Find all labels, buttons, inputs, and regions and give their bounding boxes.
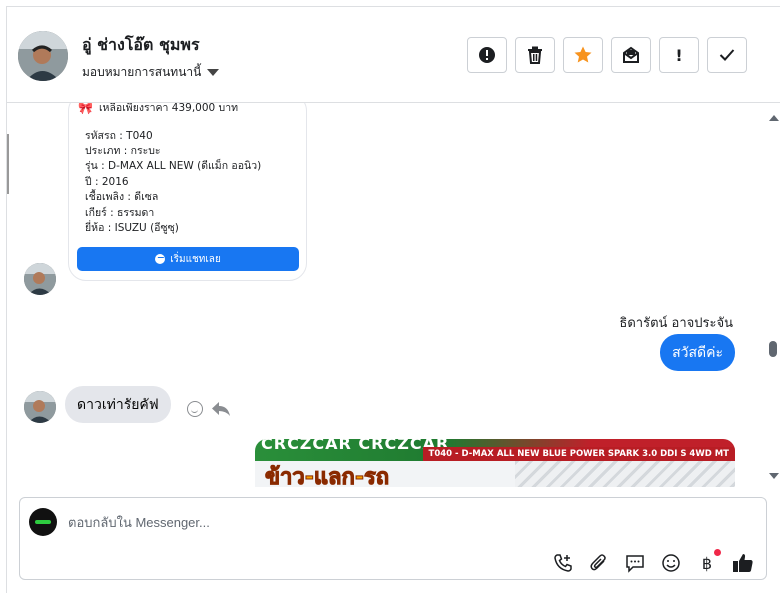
composer-tools: ฿: [552, 549, 754, 574]
sender-avatar[interactable]: [24, 263, 56, 295]
emoji-icon[interactable]: [660, 552, 682, 574]
reply-composer: ฿: [19, 497, 767, 580]
exclamation-icon: !: [675, 45, 683, 65]
promo-image[interactable]: CRCZCAR CRCZCAR T040 - D-MAX ALL NEW BLU…: [255, 439, 735, 487]
contact-avatar[interactable]: [18, 31, 68, 81]
mark-unread-button[interactable]: [611, 37, 651, 73]
sender-avatar[interactable]: [24, 391, 56, 423]
reply-icon[interactable]: [211, 401, 231, 417]
reply-input[interactable]: [68, 512, 528, 532]
product-card: 🎀 เหลือเพียงราคา 439,000 บาท รหัสรถ : T0…: [68, 103, 307, 281]
promo-header-text: CRCZCAR CRCZCAR: [261, 439, 450, 453]
assign-label: มอบหมายการสนทนานี้: [82, 65, 202, 79]
chevron-down-icon: [207, 69, 220, 76]
conversation-panel: อู่ ช่างโอ๊ต ชุมพร มอบหมายการสนทนานี้ ! …: [6, 6, 780, 593]
messenger-icon: [155, 254, 166, 264]
baht-symbol-icon: ฿: [701, 553, 713, 573]
envelope-icon: [623, 46, 639, 63]
header-actions: !: [467, 37, 747, 73]
follow-up-button[interactable]: !: [659, 37, 699, 73]
assign-conversation-dropdown[interactable]: มอบหมายการสนทนานี้: [82, 63, 220, 82]
alert-circle-icon: [479, 47, 495, 63]
scroll-thumb[interactable]: [769, 341, 777, 357]
delete-button[interactable]: [515, 37, 555, 73]
card-line-brand: ยี่ห้อ : ISUZU (อีซูซุ): [85, 222, 179, 234]
like-icon[interactable]: [732, 552, 754, 574]
outgoing-message-bubble[interactable]: สวัสดีค่ะ: [660, 334, 735, 371]
report-spam-button[interactable]: [467, 37, 507, 73]
saved-replies-icon[interactable]: [624, 552, 646, 574]
react-icon[interactable]: [187, 401, 203, 417]
notification-dot: [714, 549, 721, 556]
checkmark-icon: [719, 49, 735, 61]
card-price-line: 🎀 เหลือเพียงราคา 439,000 บาท: [78, 103, 238, 116]
mark-done-button[interactable]: [707, 37, 747, 73]
star-button[interactable]: [563, 37, 603, 73]
thread-scrollbar[interactable]: [766, 103, 780, 487]
attachment-icon[interactable]: [588, 552, 610, 574]
message-thread: 🎀 เหลือเพียงราคา 439,000 บาท รหัสรถ : T0…: [7, 103, 769, 487]
scroll-up-arrow-icon[interactable]: [769, 115, 779, 121]
scroll-down-arrow-icon[interactable]: [769, 473, 779, 479]
payment-icon[interactable]: ฿: [696, 549, 721, 574]
start-chat-label: เริ่มแชทเลย: [170, 253, 221, 265]
page-avatar: [29, 508, 57, 536]
card-line-fuel: เชื้อเพลิง : ดีเซล: [85, 191, 159, 203]
contact-name: อู่ ช่างโอ๊ต ชุมพร: [82, 35, 200, 54]
promo-strip-text: T040 - D-MAX ALL NEW BLUE POWER SPARK 3.…: [422, 447, 735, 461]
card-line-model: รุ่น : D-MAX ALL NEW (ดีแม็ก ออนิว): [85, 160, 262, 172]
trash-icon: [528, 46, 542, 64]
conversation-header: อู่ ช่างโอ๊ต ชุมพร มอบหมายการสนทนานี้ !: [7, 7, 780, 103]
add-call-icon[interactable]: [552, 552, 574, 574]
promo-grille: [515, 461, 735, 487]
message-tools: [187, 401, 231, 417]
incoming-message-bubble[interactable]: ดาวเท่ารัยคัฟ: [65, 386, 171, 423]
start-chat-button[interactable]: เริ่มแชทเลย: [77, 247, 299, 271]
promo-headline: ข้าว-แลก-รถ: [264, 465, 390, 488]
star-icon: [574, 46, 592, 63]
ribbon-icon: 🎀: [78, 103, 93, 115]
card-price: เหลือเพียงราคา 439,000 บาท: [98, 103, 239, 114]
sender-name: ธิดารัตน์ อาจประจัน: [619, 316, 733, 331]
